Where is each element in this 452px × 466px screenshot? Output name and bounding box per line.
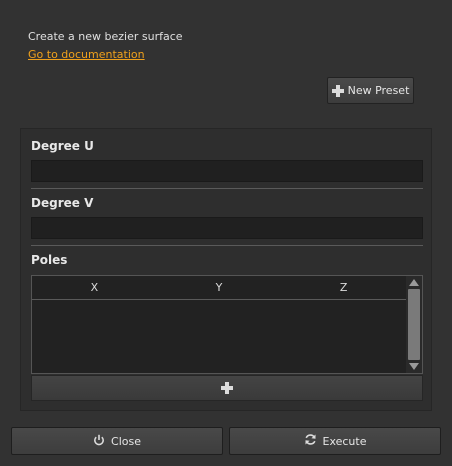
separator [31,188,423,189]
scroll-thumb[interactable] [408,289,420,360]
close-label: Close [111,434,141,448]
form-panel: Degree U Degree V Poles X Y Z [20,128,432,411]
poles-label: Poles [31,253,68,267]
separator [31,245,423,246]
new-preset-label: New Preset [347,84,410,97]
degree-u-input[interactable] [31,160,423,182]
scroll-down-icon[interactable] [409,363,419,370]
documentation-link[interactable]: Go to documentation [28,48,145,61]
scroll-up-icon[interactable] [409,279,419,286]
degree-u-label: Degree U [31,139,94,153]
poles-table[interactable]: X Y Z [31,275,423,374]
degree-v-label: Degree V [31,196,94,210]
column-header-y[interactable]: Y [157,276,282,299]
close-button[interactable]: Close [11,427,223,455]
execute-label: Execute [322,434,367,448]
dialog-description: Create a new bezier surface [28,30,183,43]
column-header-z[interactable]: Z [281,276,406,299]
refresh-icon [304,433,317,449]
power-icon [93,434,105,449]
vertical-scrollbar[interactable] [406,276,422,373]
plus-icon [221,382,233,394]
column-header-x[interactable]: X [32,276,157,299]
execute-button[interactable]: Execute [229,427,441,455]
degree-v-input[interactable] [31,217,423,239]
plus-icon [331,84,344,97]
add-pole-button[interactable] [31,375,423,401]
poles-table-header: X Y Z [32,276,406,300]
new-preset-button[interactable]: New Preset [327,77,414,104]
